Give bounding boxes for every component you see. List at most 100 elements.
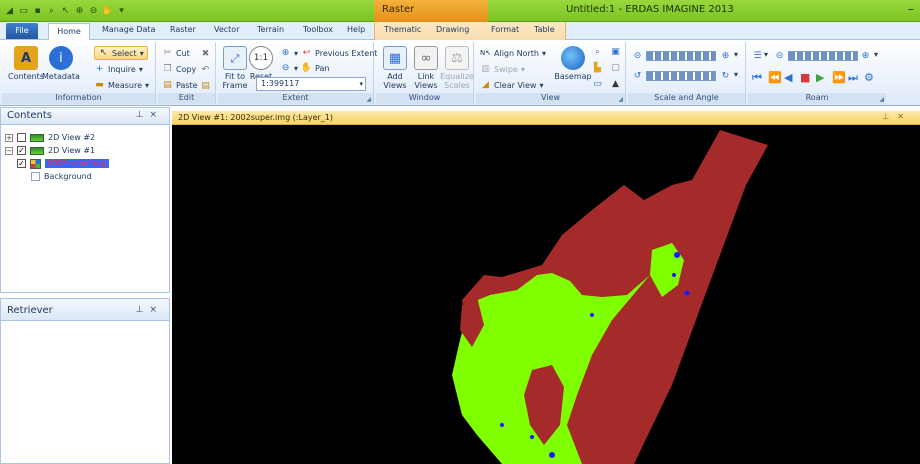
zoom-out-icon[interactable]: ⊖ [88, 6, 99, 17]
expand-icon[interactable]: + [5, 133, 13, 142]
chevron-down-icon[interactable]: ▾ [874, 50, 878, 59]
app-logo-icon[interactable]: ◢ [4, 6, 15, 17]
roam-rewind-icon[interactable]: ⏪ [768, 71, 782, 84]
equalize-scales-button[interactable]: ⚖ Equalize Scales [440, 46, 474, 90]
select-tool-icon[interactable]: ↖ [60, 6, 71, 17]
cut-button[interactable]: ✂ Cut [162, 46, 190, 60]
zoom-in-icon[interactable]: ⊕ [74, 6, 85, 17]
rotate-right-icon[interactable]: ↻ [720, 70, 731, 81]
map-canvas[interactable] [172, 125, 920, 464]
angle-slider[interactable] [646, 71, 716, 81]
previous-extent-button[interactable]: ⊕ ▾ ↩ Previous Extent [280, 46, 378, 60]
rotate-left-icon[interactable]: ↺ [632, 70, 643, 81]
dialog-launcher-icon[interactable]: ◢ [618, 96, 623, 103]
pin-icon[interactable]: ⊥ [136, 305, 150, 315]
pan-button[interactable]: ⊖ ▾ ✋ Pan [280, 61, 330, 75]
info-icon: i [48, 46, 73, 70]
equalize-scales-label: Equalize Scales [440, 72, 474, 90]
delete-icon[interactable]: ✖ [200, 48, 211, 59]
close-icon[interactable]: × [149, 305, 163, 315]
roam-forward-icon[interactable]: ⏩ [832, 71, 846, 84]
close-icon[interactable]: ✕ [897, 112, 912, 121]
north-icon[interactable]: ▲ [610, 78, 621, 89]
chevron-down-icon[interactable]: ▾ [734, 50, 738, 59]
tab-manage-data[interactable]: Manage Data [102, 25, 155, 34]
zoom-extent-icon[interactable]: ▣ [610, 46, 621, 57]
chevron-down-icon[interactable]: ▾ [734, 70, 738, 79]
paste-button[interactable]: ▤ Paste [162, 78, 197, 92]
pin-icon[interactable]: ⊥ [882, 112, 897, 121]
previous-extent-icon: ↩ [302, 48, 311, 58]
view-frame-icon[interactable]: ▢ [610, 62, 621, 73]
roam-back-icon[interactable]: ◀ [784, 71, 792, 84]
zoom-scale-icon[interactable]: ⊝ [632, 50, 643, 61]
collapse-icon[interactable]: − [5, 146, 13, 155]
clear-view-button[interactable]: ◢ Clear View ▾ [480, 78, 543, 92]
scale-slider[interactable] [646, 51, 716, 61]
close-icon[interactable]: × [149, 110, 163, 120]
scale-field[interactable]: 1:399117 ▾ [256, 77, 366, 91]
tab-file[interactable]: File [6, 23, 38, 39]
dialog-launcher-icon[interactable]: ◢ [366, 96, 371, 103]
contents-button[interactable]: A Contents [8, 46, 44, 81]
basemap-button[interactable]: Basemap [554, 46, 592, 81]
grid-icon[interactable]: ▭ [592, 78, 603, 89]
open-icon[interactable]: ▭ [18, 6, 29, 17]
save-icon[interactable]: ▪ [32, 6, 43, 17]
copy-button[interactable]: ❐ Copy [162, 62, 196, 76]
roam-first-icon[interactable]: ⏮ [752, 71, 762, 85]
select-button[interactable]: ↖ Select ▾ [94, 46, 148, 60]
swipe-button[interactable]: ▥ Swipe ▾ [480, 62, 525, 76]
select-label: Select [112, 48, 137, 58]
roam-options-icon[interactable]: ⚙ [864, 71, 874, 84]
inset-icon[interactable]: ▙ [592, 62, 603, 73]
pin-icon[interactable]: ⊥ [136, 110, 150, 120]
metadata-button[interactable]: i Metadata [42, 46, 80, 81]
group-view: N↖ Align North ▾ ▥ Swipe ▾ ◢ Clear View … [476, 42, 626, 104]
roam-speed-slider[interactable] [788, 51, 858, 61]
minimize-button[interactable]: – [908, 2, 914, 16]
fit-to-frame-button[interactable]: ⤢ Fit to Frame [220, 46, 250, 90]
tab-home[interactable]: Home [48, 23, 90, 41]
tree-item-layer[interactable]: ✓ 2002super.img [17, 158, 109, 169]
chevron-down-icon[interactable]: ▾ [764, 50, 768, 59]
dialog-launcher-icon[interactable]: ◢ [879, 96, 884, 103]
add-views-button[interactable]: ▦ Add Views [380, 46, 410, 90]
tree-item-2d-view-2[interactable]: + 2D View #2 [5, 132, 95, 143]
link-views-button[interactable]: ∞ Link Views [412, 46, 440, 90]
zoom-icon[interactable]: ⌕ [592, 46, 603, 57]
tab-help[interactable]: Help [347, 25, 365, 34]
inquire-button[interactable]: + Inquire ▾ [94, 62, 143, 76]
tab-terrain[interactable]: Terrain [257, 25, 284, 34]
checkbox-2d-view-2[interactable] [17, 133, 26, 142]
checkbox-layer[interactable]: ✓ [17, 159, 26, 168]
tab-table[interactable]: Table [534, 25, 555, 34]
tab-raster[interactable]: Raster [170, 25, 196, 34]
tree-label-selected: 2002super.img [45, 159, 109, 168]
roam-zoom-plus-icon[interactable]: ⊕ [860, 50, 871, 61]
tab-drawing[interactable]: Drawing [436, 25, 469, 34]
roam-zoom-icon[interactable]: ⊝ [774, 50, 785, 61]
tab-toolbox[interactable]: Toolbox [303, 25, 333, 34]
undo-icon[interactable]: ↶ [200, 64, 211, 75]
roam-play-icon[interactable]: ▶ [816, 71, 824, 84]
zoom-plus-icon[interactable]: ⊕ [720, 50, 731, 61]
zoom-icon[interactable]: ⌕ [46, 6, 57, 17]
tab-vector[interactable]: Vector [214, 25, 240, 34]
tab-thematic[interactable]: Thematic [384, 25, 421, 34]
reset-button[interactable]: 1:1 Reset [249, 46, 273, 81]
paste-special-icon[interactable]: ▤ [200, 80, 211, 91]
tree-item-2d-view-1[interactable]: − ✓ 2D View #1 [5, 145, 95, 156]
scissors-icon: ✂ [163, 48, 172, 58]
roam-lines-icon[interactable]: ☰ [752, 50, 763, 61]
tree-item-background[interactable]: Background [31, 171, 92, 182]
checkbox-2d-view-1[interactable]: ✓ [17, 146, 26, 155]
customize-toolbar-icon[interactable]: ▾ [116, 6, 127, 17]
pan-icon[interactable]: ✋ [102, 6, 113, 17]
roam-last-icon[interactable]: ⏭ [848, 71, 858, 85]
tab-format[interactable]: Format [491, 25, 519, 34]
measure-button[interactable]: ▬ Measure ▾ [94, 78, 149, 92]
roam-stop-icon[interactable]: ■ [800, 71, 810, 84]
chevron-down-icon[interactable]: ▾ [359, 78, 363, 90]
align-north-button[interactable]: N↖ Align North ▾ [480, 46, 546, 60]
